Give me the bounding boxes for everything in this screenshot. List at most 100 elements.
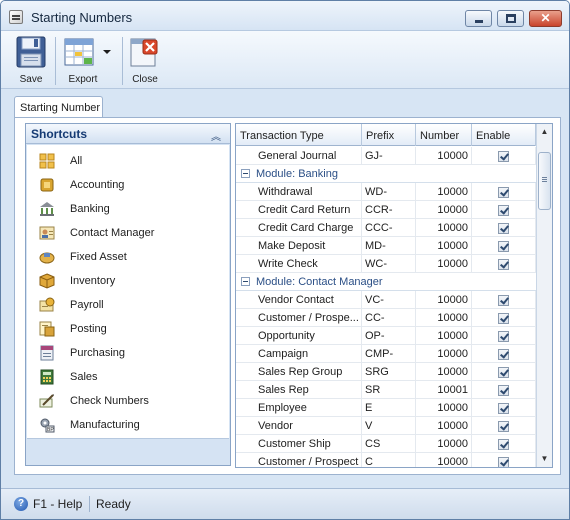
scroll-thumb[interactable] <box>538 152 551 210</box>
prefix-cell[interactable]: MD- <box>362 237 416 255</box>
enable-cell[interactable] <box>472 453 536 467</box>
shortcut-check-numbers[interactable]: Check Numbers <box>27 389 229 413</box>
enable-checkbox[interactable] <box>498 241 509 252</box>
transaction-type-cell[interactable]: Customer Ship <box>236 435 362 453</box>
enable-checkbox[interactable] <box>498 313 509 324</box>
transaction-type-cell[interactable]: General Journal <box>236 147 362 165</box>
enable-cell[interactable] <box>472 201 536 219</box>
shortcut-inventory[interactable]: Inventory <box>27 269 229 293</box>
number-cell[interactable]: 10000 <box>416 183 472 201</box>
help-label[interactable]: F1 - Help <box>33 497 82 511</box>
enable-checkbox[interactable] <box>498 385 509 396</box>
enable-cell[interactable] <box>472 399 536 417</box>
prefix-cell[interactable]: CCR- <box>362 201 416 219</box>
scroll-up-arrow-icon[interactable]: ▲ <box>537 124 552 140</box>
enable-cell[interactable] <box>472 237 536 255</box>
transaction-type-cell[interactable]: Write Check <box>236 255 362 273</box>
minimize-button[interactable] <box>465 10 492 27</box>
maximize-button[interactable] <box>497 10 524 27</box>
number-cell[interactable]: 10000 <box>416 399 472 417</box>
number-cell[interactable]: 10000 <box>416 237 472 255</box>
collapse-toggle-icon[interactable] <box>241 277 250 286</box>
tab-starting-number[interactable]: Starting Number <box>14 96 103 118</box>
enable-cell[interactable] <box>472 291 536 309</box>
enable-cell[interactable] <box>472 219 536 237</box>
enable-checkbox[interactable] <box>498 223 509 234</box>
shortcut-fixed-asset[interactable]: Fixed Asset <box>27 245 229 269</box>
prefix-cell[interactable]: C <box>362 453 416 467</box>
prefix-cell[interactable]: SRG <box>362 363 416 381</box>
transaction-type-cell[interactable]: Vendor <box>236 417 362 435</box>
prefix-cell[interactable]: CCC- <box>362 219 416 237</box>
enable-checkbox[interactable] <box>498 457 509 467</box>
number-cell[interactable]: 10000 <box>416 435 472 453</box>
transaction-type-cell[interactable]: Credit Card Return <box>236 201 362 219</box>
number-cell[interactable]: 10000 <box>416 327 472 345</box>
enable-checkbox[interactable] <box>498 421 509 432</box>
transaction-type-cell[interactable]: Customer / Prospect <box>236 453 362 467</box>
transaction-type-cell[interactable]: Withdrawal <box>236 183 362 201</box>
prefix-cell[interactable]: CS <box>362 435 416 453</box>
collapse-toggle-icon[interactable] <box>241 169 250 178</box>
enable-cell[interactable] <box>472 345 536 363</box>
enable-checkbox[interactable] <box>498 187 509 198</box>
table-row[interactable]: General Journal GJ- 10000 <box>236 147 536 165</box>
table-row[interactable]: Customer / Prospe... CC- 10000 <box>236 309 536 327</box>
export-button[interactable]: Export <box>59 33 119 87</box>
table-row[interactable]: Sales Rep Group SRG 10000 <box>236 363 536 381</box>
enable-checkbox[interactable] <box>498 403 509 414</box>
shortcut-posting[interactable]: Posting <box>27 317 229 341</box>
number-cell[interactable]: 10000 <box>416 201 472 219</box>
save-button[interactable]: Save <box>11 33 51 87</box>
column-header-transaction-type[interactable]: Transaction Type <box>236 124 362 146</box>
shortcut-purchasing[interactable]: Purchasing <box>27 341 229 365</box>
enable-checkbox[interactable] <box>498 367 509 378</box>
transaction-type-cell[interactable]: Vendor Contact <box>236 291 362 309</box>
transaction-type-cell[interactable]: Opportunity <box>236 327 362 345</box>
table-row[interactable]: Make Deposit MD- 10000 <box>236 237 536 255</box>
shortcut-banking[interactable]: Banking <box>27 197 229 221</box>
table-row[interactable]: Credit Card Return CCR- 10000 <box>236 201 536 219</box>
prefix-cell[interactable]: V <box>362 417 416 435</box>
window-close-button[interactable]: ✕ <box>529 10 562 27</box>
number-cell[interactable]: 10000 <box>416 291 472 309</box>
shortcut-sales[interactable]: Sales <box>27 365 229 389</box>
enable-checkbox[interactable] <box>498 259 509 270</box>
enable-checkbox[interactable] <box>498 331 509 342</box>
enable-cell[interactable] <box>472 417 536 435</box>
table-row[interactable]: Withdrawal WD- 10000 <box>236 183 536 201</box>
enable-checkbox[interactable] <box>498 349 509 360</box>
table-row[interactable]: Vendor V 10000 <box>236 417 536 435</box>
enable-cell[interactable] <box>472 381 536 399</box>
transaction-type-cell[interactable]: Employee <box>236 399 362 417</box>
prefix-cell[interactable]: CC- <box>362 309 416 327</box>
number-cell[interactable]: 10000 <box>416 363 472 381</box>
collapse-chevron-icon[interactable]: ︽ <box>211 128 221 143</box>
number-cell[interactable]: 10000 <box>416 147 472 165</box>
help-icon[interactable]: ? <box>14 497 28 511</box>
enable-checkbox[interactable] <box>498 295 509 306</box>
column-header-enable[interactable]: Enable <box>472 124 536 146</box>
scroll-down-arrow-icon[interactable]: ▼ <box>537 451 552 467</box>
export-dropdown-arrow-icon[interactable] <box>103 50 111 54</box>
number-cell[interactable]: 10000 <box>416 309 472 327</box>
transaction-type-cell[interactable]: Sales Rep <box>236 381 362 399</box>
shortcut-payroll[interactable]: Payroll <box>27 293 229 317</box>
enable-cell[interactable] <box>472 363 536 381</box>
table-row[interactable]: Sales Rep SR 10001 <box>236 381 536 399</box>
transaction-type-cell[interactable]: Campaign <box>236 345 362 363</box>
table-row[interactable]: Employee E 10000 <box>236 399 536 417</box>
prefix-cell[interactable]: VC- <box>362 291 416 309</box>
transaction-type-cell[interactable]: Customer / Prospe... <box>236 309 362 327</box>
number-cell[interactable]: 10000 <box>416 417 472 435</box>
shortcut-accounting[interactable]: Accounting <box>27 173 229 197</box>
enable-checkbox[interactable] <box>498 439 509 450</box>
enable-checkbox[interactable] <box>498 205 509 216</box>
table-row[interactable]: Customer / Prospect C 10000 <box>236 453 536 467</box>
prefix-cell[interactable]: WD- <box>362 183 416 201</box>
prefix-cell[interactable]: GJ- <box>362 147 416 165</box>
prefix-cell[interactable]: WC- <box>362 255 416 273</box>
shortcut-all[interactable]: All <box>27 149 229 173</box>
table-row[interactable]: Vendor Contact VC- 10000 <box>236 291 536 309</box>
enable-cell[interactable] <box>472 435 536 453</box>
